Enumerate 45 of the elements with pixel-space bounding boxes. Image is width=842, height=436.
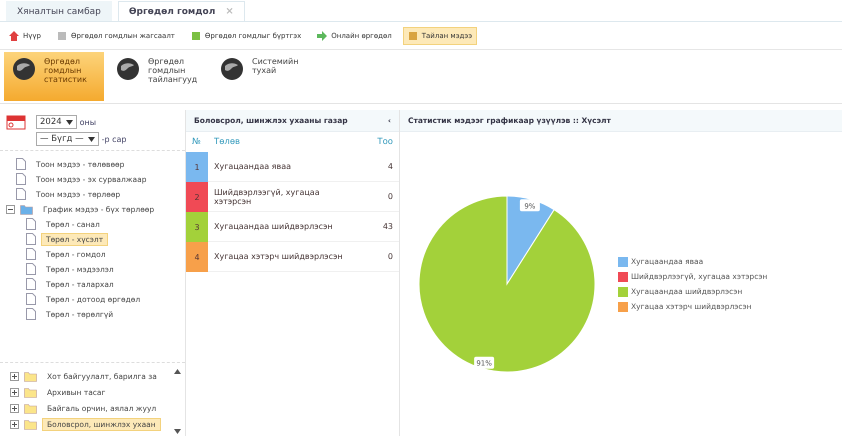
folder-icon [24,418,37,430]
row-number: 2 [186,182,208,212]
row-number: 1 [186,152,208,182]
year-select[interactable]: 2024 [36,115,77,129]
folder-icon [24,370,37,382]
month-select[interactable]: — Бүгд — [36,132,99,146]
expand-icon[interactable] [10,420,19,428]
calendar-icon [6,114,26,130]
column-header: Тоо [376,136,394,149]
chevron-icon [66,120,73,124]
scroll-down-icon[interactable] [174,429,180,434]
house-icon [9,30,19,40]
row-number: 4 [186,242,208,272]
legend-swatch [618,302,628,312]
status-cell: Хугацаандаа шийдвэрлэсэн [208,212,359,242]
module-button[interactable]: Өргөдөл гомдлын статистик [4,52,104,101]
chevron-icon [88,136,95,142]
legend-swatch [618,272,628,282]
tab[interactable]: Хяналтын самбар [6,1,112,21]
tab[interactable]: Өргөдөл гомдол × [118,1,245,21]
column-header: Төлөв [213,136,242,149]
month-label: -р сар [102,134,126,144]
status-cell: Шийдвэрлээгүй, хугацаа хэтэрсэн [208,182,359,212]
status-cell: Хугацаандаа яваа [208,152,359,182]
count-cell: 0 [359,182,399,212]
module-button[interactable]: Өргөдөл гомдлын тайлангууд [108,52,208,101]
expand-icon[interactable] [10,388,19,396]
expand-icon[interactable] [10,404,19,412]
arrow-icon [317,30,328,40]
count-cell: 4 [359,152,399,182]
year-label: оны [80,118,96,126]
folder-icon [24,402,37,414]
collapse-icon[interactable] [6,204,15,214]
folder-icon [20,204,33,214]
row-number: 3 [186,212,208,242]
count-cell: 43 [359,212,399,242]
legend-swatch [618,256,628,266]
legend-swatch [618,286,628,296]
folder-icon [24,386,37,398]
column-header: № [191,136,202,149]
expand-icon[interactable] [10,372,19,380]
status-cell: Хугацаа хэтэрч шийдвэрлэсэн [208,242,359,272]
count-cell: 0 [359,242,399,272]
module-button[interactable]: Системийн тухай [212,52,312,101]
scroll-up-icon[interactable] [174,369,180,374]
